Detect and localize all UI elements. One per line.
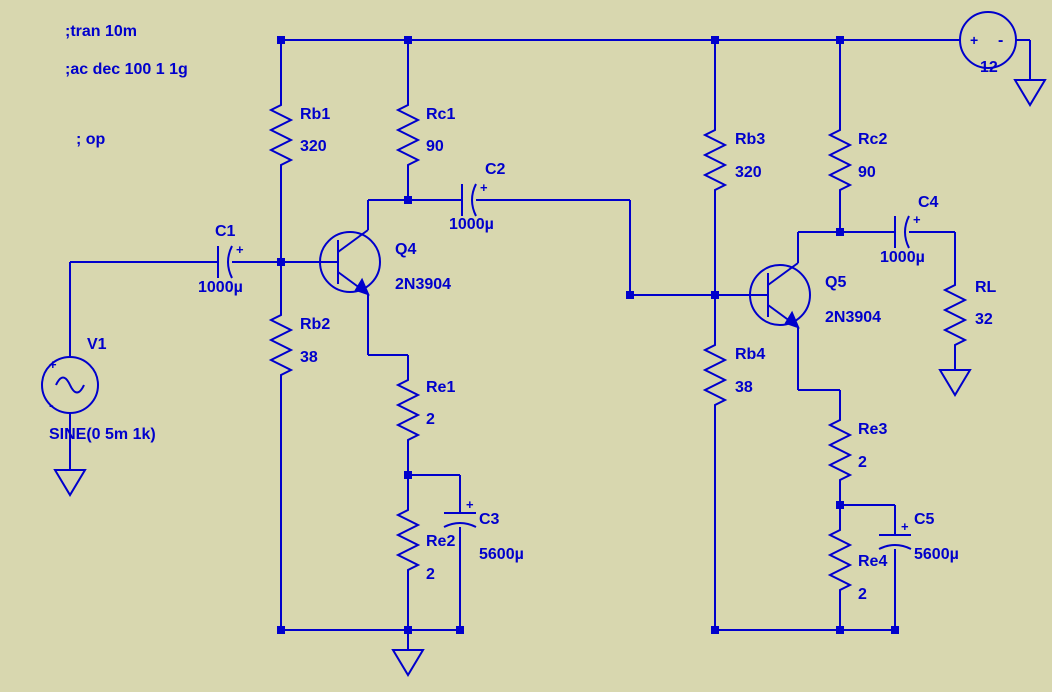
node [836, 501, 844, 509]
spice-directive-ac[interactable]: ;ac dec 100 1 1g [65, 60, 188, 79]
svg-text:+: + [466, 497, 474, 512]
node [456, 626, 464, 634]
svg-text:+: + [49, 357, 57, 372]
rb2-name[interactable]: Rb2 [300, 315, 330, 334]
q4-model[interactable]: 2N3904 [395, 275, 451, 294]
node [836, 626, 844, 634]
q5-model[interactable]: 2N3904 [825, 308, 881, 327]
c1-name[interactable]: C1 [215, 222, 235, 241]
rb4-name[interactable]: Rb4 [735, 345, 765, 364]
svg-text:+: + [480, 180, 488, 195]
c4-value[interactable]: 1000µ [880, 248, 925, 267]
c2-value[interactable]: 1000µ [449, 215, 494, 234]
spice-directive-tran[interactable]: ;tran 10m [65, 22, 137, 41]
supply-value[interactable]: 12 [980, 58, 998, 77]
schematic-svg: + - + [0, 0, 1052, 692]
node [836, 36, 844, 44]
node [711, 291, 719, 299]
rb1-name[interactable]: Rb1 [300, 105, 330, 124]
c3-value[interactable]: 5600µ [479, 545, 524, 564]
svg-text:-: - [49, 397, 54, 413]
c3-name[interactable]: C3 [479, 510, 499, 529]
re4-value[interactable]: 2 [858, 585, 867, 604]
rc2-name[interactable]: Rc2 [858, 130, 887, 149]
re4-name[interactable]: Re4 [858, 552, 887, 571]
q4-name[interactable]: Q4 [395, 240, 416, 259]
svg-text:+: + [913, 212, 921, 227]
re2-value[interactable]: 2 [426, 565, 435, 584]
node [404, 36, 412, 44]
c5-name[interactable]: C5 [914, 510, 934, 529]
re1-name[interactable]: Re1 [426, 378, 455, 397]
re1-value[interactable]: 2 [426, 410, 435, 429]
node [404, 471, 412, 479]
rc2-value[interactable]: 90 [858, 163, 876, 182]
node [711, 626, 719, 634]
re3-name[interactable]: Re3 [858, 420, 887, 439]
svg-text:-: - [998, 32, 1003, 49]
rb4-value[interactable]: 38 [735, 378, 753, 397]
schematic-canvas: + - + [0, 0, 1052, 692]
c2-name[interactable]: C2 [485, 160, 505, 179]
rb2-value[interactable]: 38 [300, 348, 318, 367]
node [711, 36, 719, 44]
v1-value[interactable]: SINE(0 5m 1k) [49, 425, 156, 444]
v1-name[interactable]: V1 [87, 335, 107, 354]
rb1-value[interactable]: 320 [300, 137, 327, 156]
rl-value[interactable]: 32 [975, 310, 993, 329]
node [277, 36, 285, 44]
re2-name[interactable]: Re2 [426, 532, 455, 551]
c4-name[interactable]: C4 [918, 193, 938, 212]
node [404, 626, 412, 634]
svg-text:+: + [970, 32, 978, 48]
q5-name[interactable]: Q5 [825, 273, 846, 292]
svg-text:+: + [236, 242, 244, 257]
rb3-value[interactable]: 320 [735, 163, 762, 182]
rc1-name[interactable]: Rc1 [426, 105, 455, 124]
node [404, 196, 412, 204]
spice-directive-op[interactable]: ; op [76, 130, 105, 149]
svg-text:+: + [901, 519, 909, 534]
node [626, 291, 634, 299]
node [277, 258, 285, 266]
re3-value[interactable]: 2 [858, 453, 867, 472]
c5-value[interactable]: 5600µ [914, 545, 959, 564]
node [277, 626, 285, 634]
node [891, 626, 899, 634]
rl-name[interactable]: RL [975, 278, 996, 297]
c1-value[interactable]: 1000µ [198, 278, 243, 297]
rb3-name[interactable]: Rb3 [735, 130, 765, 149]
rc1-value[interactable]: 90 [426, 137, 444, 156]
node [836, 228, 844, 236]
